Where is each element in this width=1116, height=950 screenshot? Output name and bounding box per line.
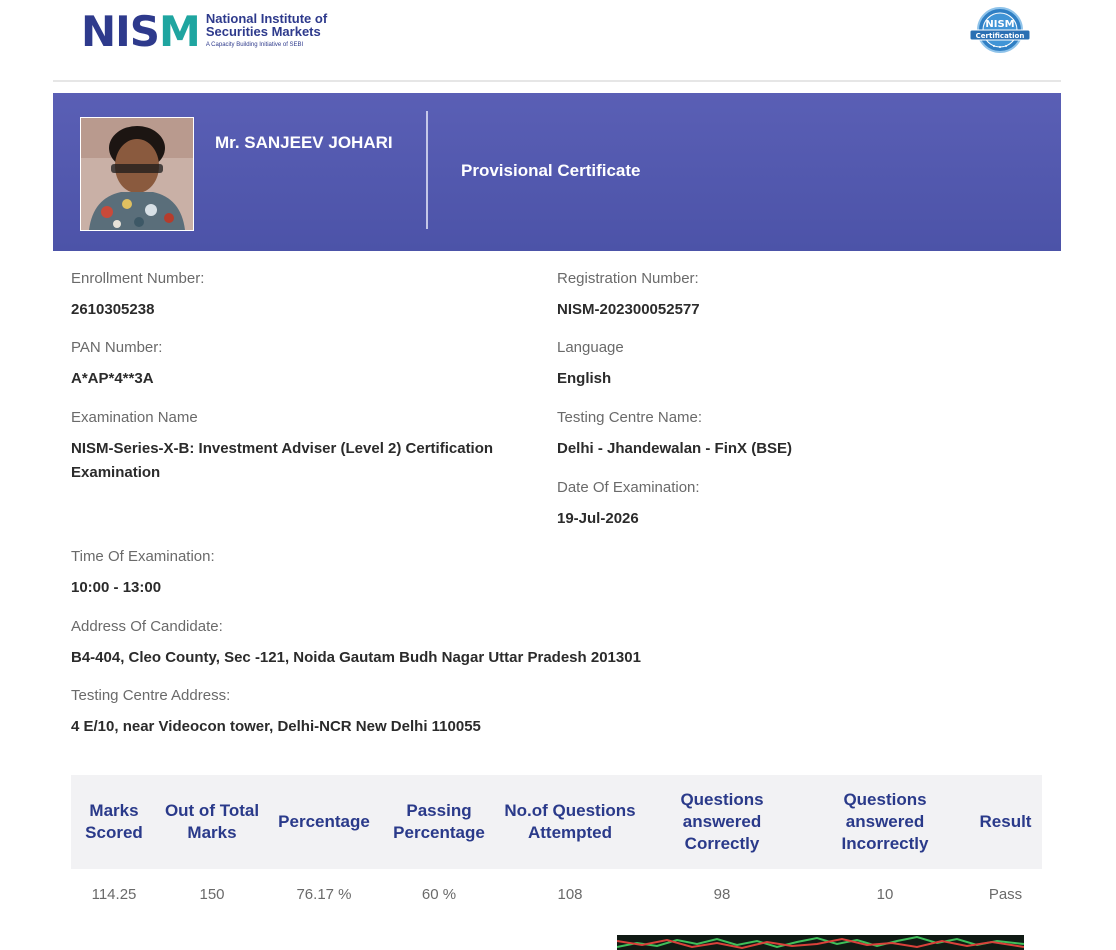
value-total-marks: 150 [199, 885, 225, 903]
address-field: Address Of Candidate: B4-404, Cleo Count… [71, 618, 641, 670]
table-row: 114.25 150 76.17 % 60 % 108 98 10 Pass [71, 869, 1042, 919]
exam-date-field: Date Of Examination: 19-Jul-2026 [557, 479, 700, 531]
header-questions-attempted: No.of Questions Attempted [504, 801, 636, 842]
registration-field: Registration Number: NISM-202300052577 [557, 270, 700, 322]
candidate-name: Mr. SANJEEV JOHARI [215, 133, 393, 152]
language-label: Language [557, 339, 624, 356]
language-field: Language English [557, 339, 624, 391]
exam-date-value: 19-Jul-2026 [557, 510, 639, 527]
enrollment-field: Enrollment Number: 2610305238 [71, 270, 204, 322]
exam-name-field: Examination Name NISM-Series-X-B: Invest… [71, 409, 511, 485]
exam-time-value: 10:00 - 13:00 [71, 579, 162, 596]
exam-date-label: Date Of Examination: [557, 479, 700, 496]
exam-name-label: Examination Name [71, 409, 198, 426]
logo-line-2: Securities Markets [205, 24, 321, 39]
header-answered-correctly: Questions answered Correctly [680, 790, 764, 853]
value-percentage: 76.17 % [296, 885, 352, 903]
top-header: NISM National Institute of Securities Ma… [53, 0, 1061, 82]
value-answered-incorrectly: 10 [876, 885, 894, 903]
header-marks-scored: Marks Scored [85, 801, 143, 842]
value-questions-attempted: 108 [557, 885, 583, 903]
centre-address-value: 4 E/10, near Videocon tower, Delhi-NCR N… [71, 718, 481, 735]
chart-graphic-icon [617, 935, 1024, 950]
badge-top-text: NISM [985, 19, 1014, 30]
registration-label: Registration Number: [557, 270, 699, 287]
results-header-row: Marks Scored Out of Total Marks Percenta… [71, 775, 1042, 869]
value-answered-correctly: 98 [713, 885, 731, 903]
logo-line-3: A Capacity Building Initiative of SEBI [205, 42, 304, 48]
nism-certification-badge-icon: NISM Certification [969, 7, 1031, 53]
candidate-photo [80, 117, 194, 231]
centre-address-field: Testing Centre Address: 4 E/10, near Vid… [71, 687, 481, 739]
header-result: Result [979, 812, 1032, 831]
exam-time-label: Time Of Examination: [71, 548, 215, 565]
pan-label: PAN Number: [71, 339, 163, 356]
header-answered-incorrectly: Questions answered Incorrectly [841, 790, 929, 853]
nism-logo: NISM National Institute of Securities Ma… [81, 10, 327, 54]
exam-time-field: Time Of Examination: 10:00 - 13:00 [71, 548, 215, 600]
certificate-page: NISM National Institute of Securities Ma… [53, 0, 1061, 950]
banner-divider [426, 111, 428, 229]
certificate-title: Provisional Certificate [461, 161, 641, 180]
address-label: Address Of Candidate: [71, 618, 223, 635]
header-total-marks: Out of Total Marks [164, 801, 260, 842]
enrollment-label: Enrollment Number: [71, 270, 205, 287]
exam-name-value: NISM-Series-X-B: Investment Adviser (Lev… [71, 440, 494, 481]
centre-name-label: Testing Centre Name: [557, 409, 703, 426]
centre-name-field: Testing Centre Name: Delhi - Jhandewalan… [557, 409, 792, 461]
value-result: Pass [988, 885, 1023, 903]
logo-mark: NISM [81, 7, 201, 56]
certificate-banner: Mr. SANJEEV JOHARI Provisional Certifica… [53, 93, 1061, 251]
registration-value: NISM-202300052577 [557, 301, 700, 318]
header-passing-percentage: Passing Percentage [393, 801, 485, 842]
results-table: Marks Scored Out of Total Marks Percenta… [71, 775, 1042, 919]
decorative-chart-image [617, 935, 1024, 950]
badge-bottom-text: Certification [976, 32, 1025, 40]
value-passing-percentage: 60 % [421, 885, 457, 903]
language-value: English [557, 370, 612, 387]
pan-value: A*AP*4**3A [71, 370, 154, 387]
header-percentage: Percentage [278, 812, 370, 831]
value-marks-scored: 114.25 [91, 885, 137, 903]
centre-name-value: Delhi - Jhandewalan - FinX (BSE) [557, 440, 793, 457]
address-value: B4-404, Cleo County, Sec -121, Noida Gau… [71, 649, 641, 666]
enrollment-value: 2610305238 [71, 301, 155, 318]
pan-field: PAN Number: A*AP*4**3A [71, 339, 162, 391]
centre-address-label: Testing Centre Address: [71, 687, 231, 704]
candidate-portrait-icon [81, 118, 193, 230]
